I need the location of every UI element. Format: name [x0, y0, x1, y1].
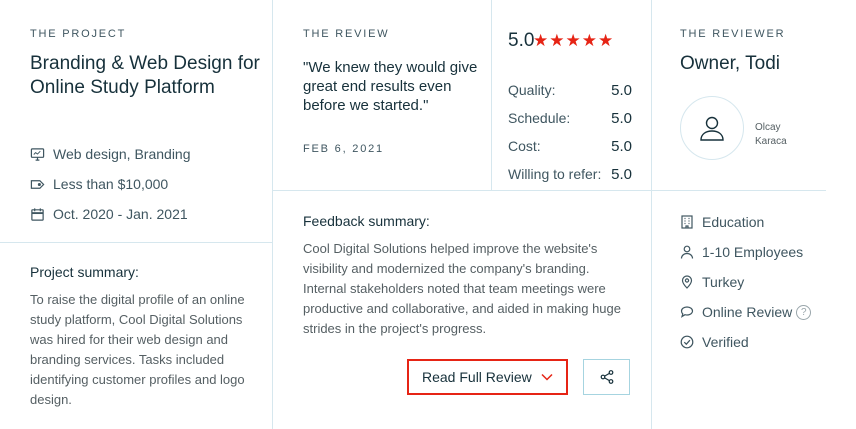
calendar-icon	[31, 207, 44, 221]
avatar-caption: Olcay Karaca	[755, 121, 815, 149]
project-summary-text: To raise the digital profile of an onlin…	[30, 292, 245, 407]
chat-bubble-icon	[680, 306, 694, 318]
project-divider	[0, 242, 272, 243]
feedback-summary-label: Feedback summary:	[303, 213, 430, 229]
avatar-first-name: Olcay	[755, 122, 781, 133]
column-divider	[651, 0, 652, 429]
rating-value: 5.0	[611, 110, 632, 127]
location-pin-icon	[681, 275, 693, 289]
reviewer-section-label: THE REVIEWER	[680, 28, 786, 40]
reviewer-industry: Education	[680, 214, 764, 230]
project-services-text: Web design, Branding	[53, 146, 191, 162]
project-dates: Oct. 2020 - Jan. 2021	[30, 206, 188, 222]
reviewer-name: Owner, Todi	[680, 53, 780, 74]
help-icon[interactable]: ?	[796, 304, 812, 320]
star-icon: ★	[598, 31, 614, 50]
star-icon: ★	[549, 31, 565, 50]
rating-value: 5.0	[611, 82, 632, 99]
rating-schedule: Schedule: 5.0	[508, 110, 632, 127]
reviewer-location: Turkey	[680, 274, 744, 290]
review-quote: "We knew they would give great end resul…	[303, 59, 478, 114]
rating-willing-to-refer: Willing to refer: 5.0	[508, 166, 632, 183]
review-section-label: THE REVIEW	[303, 28, 390, 40]
check-circle-icon	[680, 335, 694, 349]
chevron-down-icon	[541, 373, 553, 381]
share-button[interactable]	[583, 359, 630, 395]
share-icon	[600, 370, 613, 384]
project-services: Web design, Branding	[30, 146, 191, 162]
star-icon: ★	[565, 31, 581, 50]
reviewer-review-type: Online Review ?	[680, 304, 812, 320]
reviewer-company-size: 1-10 Employees	[680, 244, 803, 260]
project-budget: Less than $10,000	[30, 176, 168, 192]
rating-value: 5.0	[611, 166, 632, 183]
rating-label: Cost:	[508, 138, 541, 154]
rating-divider	[491, 0, 492, 190]
reviewer-location-text: Turkey	[702, 274, 745, 290]
review-date: FEB 6, 2021	[303, 143, 384, 155]
feedback-summary-text: Cool Digital Solutions helped improve th…	[303, 241, 621, 336]
read-full-review-label: Read Full Review	[422, 369, 532, 385]
reviewer-review-type-text: Online Review	[702, 304, 793, 320]
avatar	[680, 96, 744, 160]
rating-cost: Cost: 5.0	[508, 138, 632, 155]
rating-value: 5.0	[611, 138, 632, 155]
user-icon	[700, 116, 724, 141]
project-dates-text: Oct. 2020 - Jan. 2021	[53, 206, 188, 222]
review-divider	[273, 190, 651, 191]
rating-label: Schedule:	[508, 110, 571, 126]
reviewer-industry-text: Education	[702, 214, 765, 230]
rating-quality: Quality: 5.0	[508, 82, 632, 99]
reviewer-verified: Verified	[680, 334, 749, 350]
star-rating: ★ ★ ★ ★ ★	[533, 32, 613, 49]
read-full-review-button[interactable]: Read Full Review	[407, 359, 568, 395]
project-section-label: THE PROJECT	[30, 28, 127, 40]
building-icon	[681, 215, 693, 229]
rating-label: Quality:	[508, 82, 556, 98]
reviewer-company-size-text: 1-10 Employees	[702, 244, 804, 260]
person-icon	[680, 245, 694, 259]
reviewer-verified-text: Verified	[702, 334, 749, 350]
rating-label: Willing to refer:	[508, 166, 602, 182]
tag-icon	[30, 179, 45, 189]
monitor-icon	[30, 147, 45, 161]
column-divider	[272, 0, 273, 429]
overall-score: 5.0	[508, 30, 535, 51]
avatar-last-name: Karaca	[755, 136, 787, 147]
project-budget-text: Less than $10,000	[53, 176, 169, 192]
project-summary-label: Project summary:	[30, 264, 139, 280]
star-icon: ★	[581, 31, 597, 50]
project-title: Branding & Web Design for Online Study P…	[30, 53, 260, 98]
reviewer-divider	[652, 190, 826, 191]
star-icon: ★	[533, 31, 549, 50]
